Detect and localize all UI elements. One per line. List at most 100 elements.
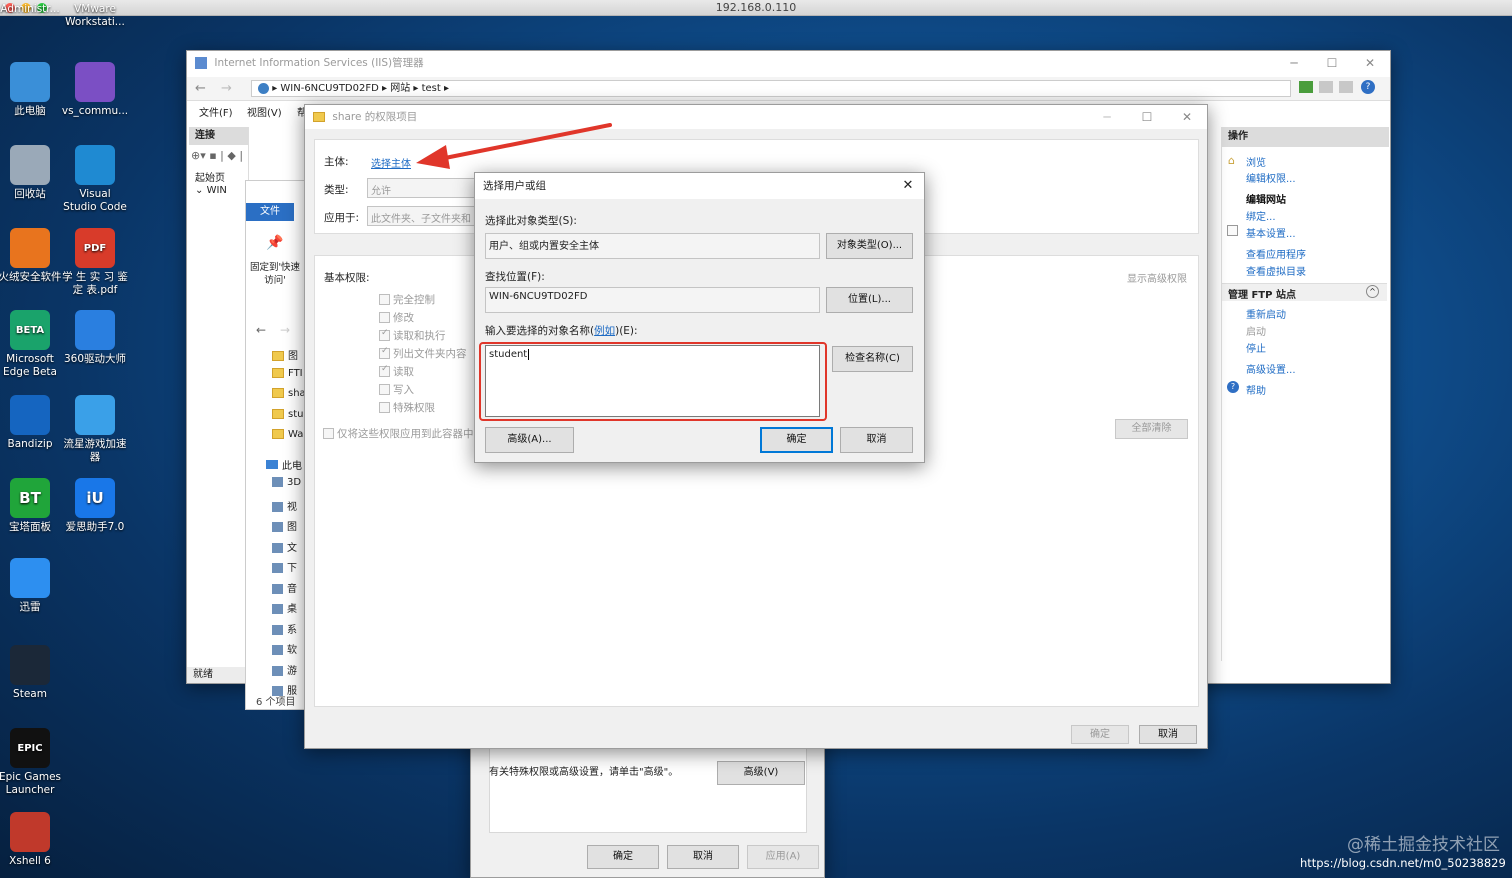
cancel-button[interactable]: 取消 bbox=[840, 427, 913, 453]
perm-ok-button[interactable]: 确定 bbox=[1071, 725, 1129, 744]
permission-checkbox[interactable] bbox=[379, 402, 390, 413]
action-restart[interactable]: 重新启动 bbox=[1246, 306, 1286, 321]
list-item[interactable]: 下 bbox=[272, 559, 297, 574]
desktop-icon[interactable]: iU 爱思助手7.0 bbox=[61, 478, 129, 534]
desktop-icon[interactable]: 流星游戏加速器 bbox=[61, 395, 129, 464]
permission-checkbox[interactable] bbox=[379, 364, 390, 377]
breadcrumb-server[interactable]: WIN-6NCU9TD02FD bbox=[280, 83, 378, 94]
minimize-icon[interactable]: ─ bbox=[1278, 51, 1310, 75]
desktop-icon[interactable]: 迅雷 bbox=[0, 558, 64, 614]
list-item[interactable]: FTI bbox=[272, 367, 303, 379]
breadcrumb-sites[interactable]: 网站 bbox=[390, 83, 410, 94]
desktop-icon[interactable]: 回收站 bbox=[0, 145, 64, 201]
list-item[interactable]: 游 bbox=[272, 662, 297, 677]
ok-button[interactable]: 确定 bbox=[760, 427, 833, 453]
menu-file[interactable]: 文件(F) bbox=[199, 103, 233, 125]
list-item[interactable]: Wa bbox=[272, 429, 303, 440]
tab-file[interactable]: 文件 bbox=[246, 203, 294, 221]
advanced-button[interactable]: 高级(A)... bbox=[485, 427, 574, 453]
stop-icon[interactable] bbox=[1319, 81, 1333, 93]
desktop-icon[interactable]: Visual Studio Code bbox=[61, 145, 129, 214]
props-cancel-button[interactable]: 取消 bbox=[667, 845, 739, 869]
permission-label: 读取 bbox=[393, 366, 414, 378]
list-item[interactable]: 图 bbox=[272, 347, 298, 362]
highlight-box bbox=[479, 342, 827, 421]
action-stop[interactable]: 停止 bbox=[1246, 340, 1266, 355]
action-bindings[interactable]: 绑定... bbox=[1246, 208, 1276, 223]
close-icon[interactable]: ✕ bbox=[1354, 51, 1386, 75]
refresh-icon[interactable] bbox=[1299, 81, 1313, 93]
action-edit-permissions[interactable]: 编辑权限... bbox=[1246, 170, 1296, 185]
list-item-label: 游 bbox=[287, 665, 297, 677]
list-item[interactable]: 视 bbox=[272, 498, 297, 513]
applies-to-select[interactable]: 此文件夹、子文件夹和 bbox=[367, 206, 479, 226]
breadcrumb[interactable]: ▸ WIN-6NCU9TD02FD ▸ 网站 ▸ test ▸ bbox=[251, 80, 1291, 97]
show-advanced-link[interactable]: 显示高级权限 bbox=[1127, 270, 1187, 285]
desktop-icon[interactable]: Bandizip bbox=[0, 395, 64, 451]
permission-checkbox[interactable] bbox=[379, 294, 390, 305]
list-item[interactable]: 图 bbox=[272, 518, 297, 533]
list-item[interactable]: 音 bbox=[272, 580, 297, 595]
list-item[interactable]: 系 bbox=[272, 621, 297, 636]
pin-icon[interactable]: 📌 bbox=[266, 235, 283, 251]
list-item[interactable]: 桌 bbox=[272, 600, 297, 615]
props-ok-button[interactable]: 确定 bbox=[587, 845, 659, 869]
tree-start-page[interactable]: 起始页 bbox=[195, 169, 225, 184]
breadcrumb-test[interactable]: test bbox=[422, 83, 441, 94]
action-help[interactable]: 帮助 bbox=[1246, 382, 1266, 397]
permission-checkbox[interactable] bbox=[379, 346, 390, 359]
props-advanced-button[interactable]: 高级(V) bbox=[717, 761, 805, 785]
desktop-icon[interactable]: 火绒安全软件 bbox=[0, 228, 64, 284]
menu-view[interactable]: 视图(V) bbox=[247, 103, 282, 125]
minimize-icon[interactable]: ─ bbox=[1091, 105, 1123, 129]
action-view-apps[interactable]: 查看应用程序 bbox=[1246, 246, 1306, 261]
type-select[interactable]: 允许 bbox=[367, 178, 479, 198]
permission-checkbox[interactable] bbox=[379, 328, 390, 341]
clear-all-button[interactable]: 全部清除 bbox=[1115, 419, 1188, 439]
list-item[interactable]: 文 bbox=[272, 539, 297, 554]
action-browse[interactable]: 浏览 bbox=[1246, 154, 1266, 169]
desktop-icon[interactable]: vs_commu... bbox=[61, 62, 129, 118]
maximize-icon[interactable]: ☐ bbox=[1316, 51, 1348, 75]
desktop-icon[interactable]: PDF 学 生 实 习 鉴 定 表.pdf bbox=[61, 228, 129, 297]
home-icon[interactable] bbox=[1339, 81, 1353, 93]
list-item[interactable]: stu bbox=[272, 408, 303, 420]
close-icon[interactable]: ✕ bbox=[1171, 105, 1203, 129]
desktop-icon[interactable]: EPIC Epic Games Launcher bbox=[0, 728, 64, 797]
locations-button[interactable]: 位置(L)... bbox=[826, 287, 913, 313]
only-apply-checkbox[interactable] bbox=[323, 428, 334, 439]
select-principal-link[interactable]: 选择主体 bbox=[371, 155, 411, 170]
collapse-icon[interactable]: ^ bbox=[1366, 285, 1379, 298]
nav-forward-icon[interactable]: → bbox=[280, 323, 290, 337]
action-start[interactable]: 启动 bbox=[1246, 323, 1266, 338]
desktop-icon[interactable]: 此电脑 bbox=[0, 62, 64, 118]
desktop-icon[interactable]: Steam bbox=[0, 645, 64, 701]
desktop-icon[interactable]: BETA Microsoft Edge Beta bbox=[0, 310, 64, 379]
desktop-icon[interactable]: BT 宝塔面板 bbox=[0, 478, 64, 534]
list-item[interactable]: sha bbox=[272, 388, 306, 399]
action-view-vdirs[interactable]: 查看虚拟目录 bbox=[1246, 263, 1306, 278]
desktop-icon[interactable]: Xshell 6 bbox=[0, 812, 64, 868]
action-advanced-settings[interactable]: 高级设置... bbox=[1246, 361, 1296, 376]
check-names-button[interactable]: 检查名称(C) bbox=[832, 346, 913, 372]
forward-arrow-icon[interactable]: → bbox=[221, 81, 232, 96]
close-icon[interactable]: ✕ bbox=[892, 173, 924, 199]
help-icon[interactable]: ? bbox=[1361, 80, 1375, 94]
desktop-icon[interactable]: VMware Workstati... bbox=[61, 0, 129, 29]
perm-cancel-button[interactable]: 取消 bbox=[1139, 725, 1197, 744]
list-item[interactable]: 3D bbox=[272, 477, 301, 488]
object-types-button[interactable]: 对象类型(O)... bbox=[826, 233, 913, 259]
props-apply-button[interactable]: 应用(A) bbox=[747, 845, 819, 869]
desktop-icon[interactable]: Administr... bbox=[0, 0, 64, 16]
desktop-icon[interactable]: 360驱动大师 bbox=[61, 310, 129, 366]
permission-checkbox[interactable] bbox=[379, 312, 390, 323]
back-arrow-icon[interactable]: ← bbox=[195, 81, 206, 96]
nav-back-icon[interactable]: ← bbox=[256, 323, 266, 337]
examples-link[interactable]: 例如 bbox=[594, 325, 615, 337]
tree-server[interactable]: ⌄ WIN bbox=[195, 185, 227, 196]
action-basic-settings[interactable]: 基本设置... bbox=[1246, 225, 1296, 240]
maximize-icon[interactable]: ☐ bbox=[1131, 105, 1163, 129]
list-item[interactable]: 软 bbox=[272, 641, 297, 656]
permission-checkbox[interactable] bbox=[379, 384, 390, 395]
this-pc[interactable]: 此电 bbox=[266, 457, 302, 472]
